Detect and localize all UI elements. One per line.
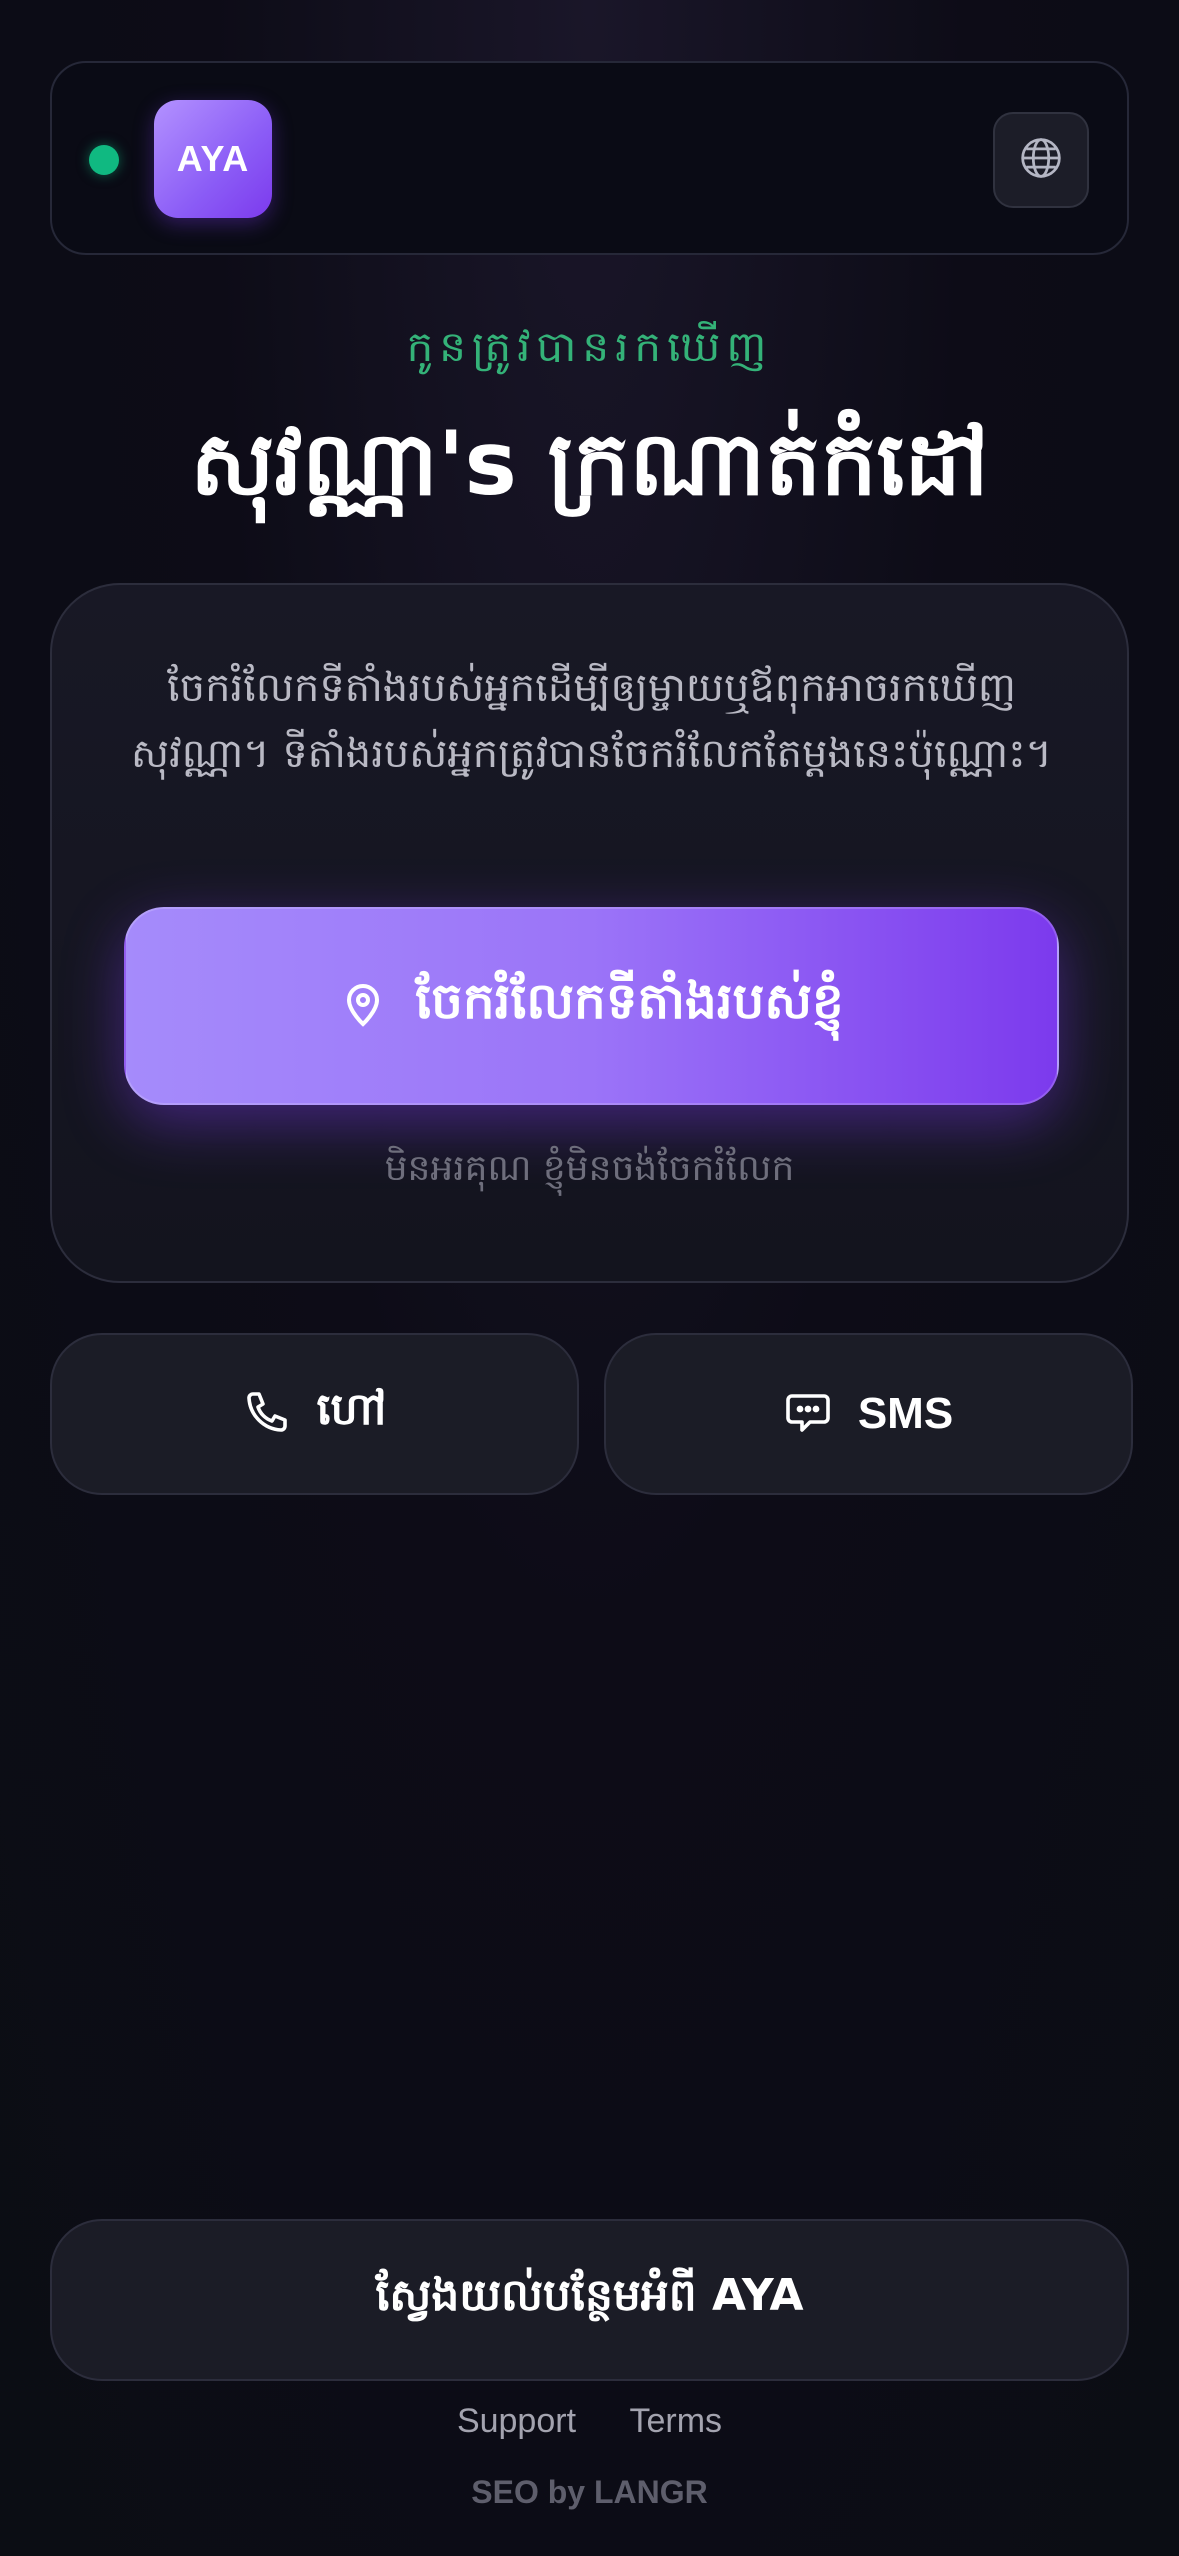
header-bar: AYA (50, 61, 1129, 255)
support-link[interactable]: Support (457, 2402, 576, 2441)
share-location-card: ចែករំលែកទីតាំងរបស់អ្នកដើម្បីឲ្យម្ចាយឬឪពុ… (50, 583, 1129, 1283)
footer-links: Support Terms (0, 2402, 1179, 2441)
chat-bubble-icon (784, 1388, 832, 1440)
globe-icon (1019, 136, 1063, 184)
call-button[interactable]: ហៅ (50, 1333, 579, 1495)
page-title: សុវណ្ណា's ក្រណាត់កំដៅ (190, 412, 989, 515)
terms-link[interactable]: Terms (629, 2402, 722, 2441)
sms-button[interactable]: SMS (604, 1333, 1133, 1495)
call-label: ហៅ (316, 1385, 387, 1434)
phone-icon (243, 1388, 291, 1440)
share-location-button[interactable]: ចែករំលែកទីតាំងរបស់ខ្ញុំ (124, 907, 1059, 1105)
decline-share-link[interactable]: មិនអរគុណ ខ្ញុំមិនចង់ចែករំលែក (52, 1145, 1127, 1198)
share-location-label: ចែករំលែកទីតាំងរបស់ខ្ញុំ (415, 971, 844, 1030)
found-status-subtitle: កូនត្រូវបានរកឃើញ (406, 322, 773, 371)
learn-more-button[interactable]: ស្វែងយល់បន្ថែមអំពី AYA (50, 2219, 1129, 2381)
status-indicator-dot (89, 145, 119, 175)
location-pin-icon (339, 980, 387, 1032)
aya-logo: AYA (154, 100, 272, 218)
language-button[interactable] (993, 112, 1089, 208)
sms-label: SMS (857, 1389, 954, 1438)
share-location-description: ចែករំលែកទីតាំងរបស់អ្នកដើម្បីឲ្យម្ចាយឬឪពុ… (130, 665, 1053, 777)
seo-credit[interactable]: SEO by LANGR (0, 2474, 1179, 2511)
